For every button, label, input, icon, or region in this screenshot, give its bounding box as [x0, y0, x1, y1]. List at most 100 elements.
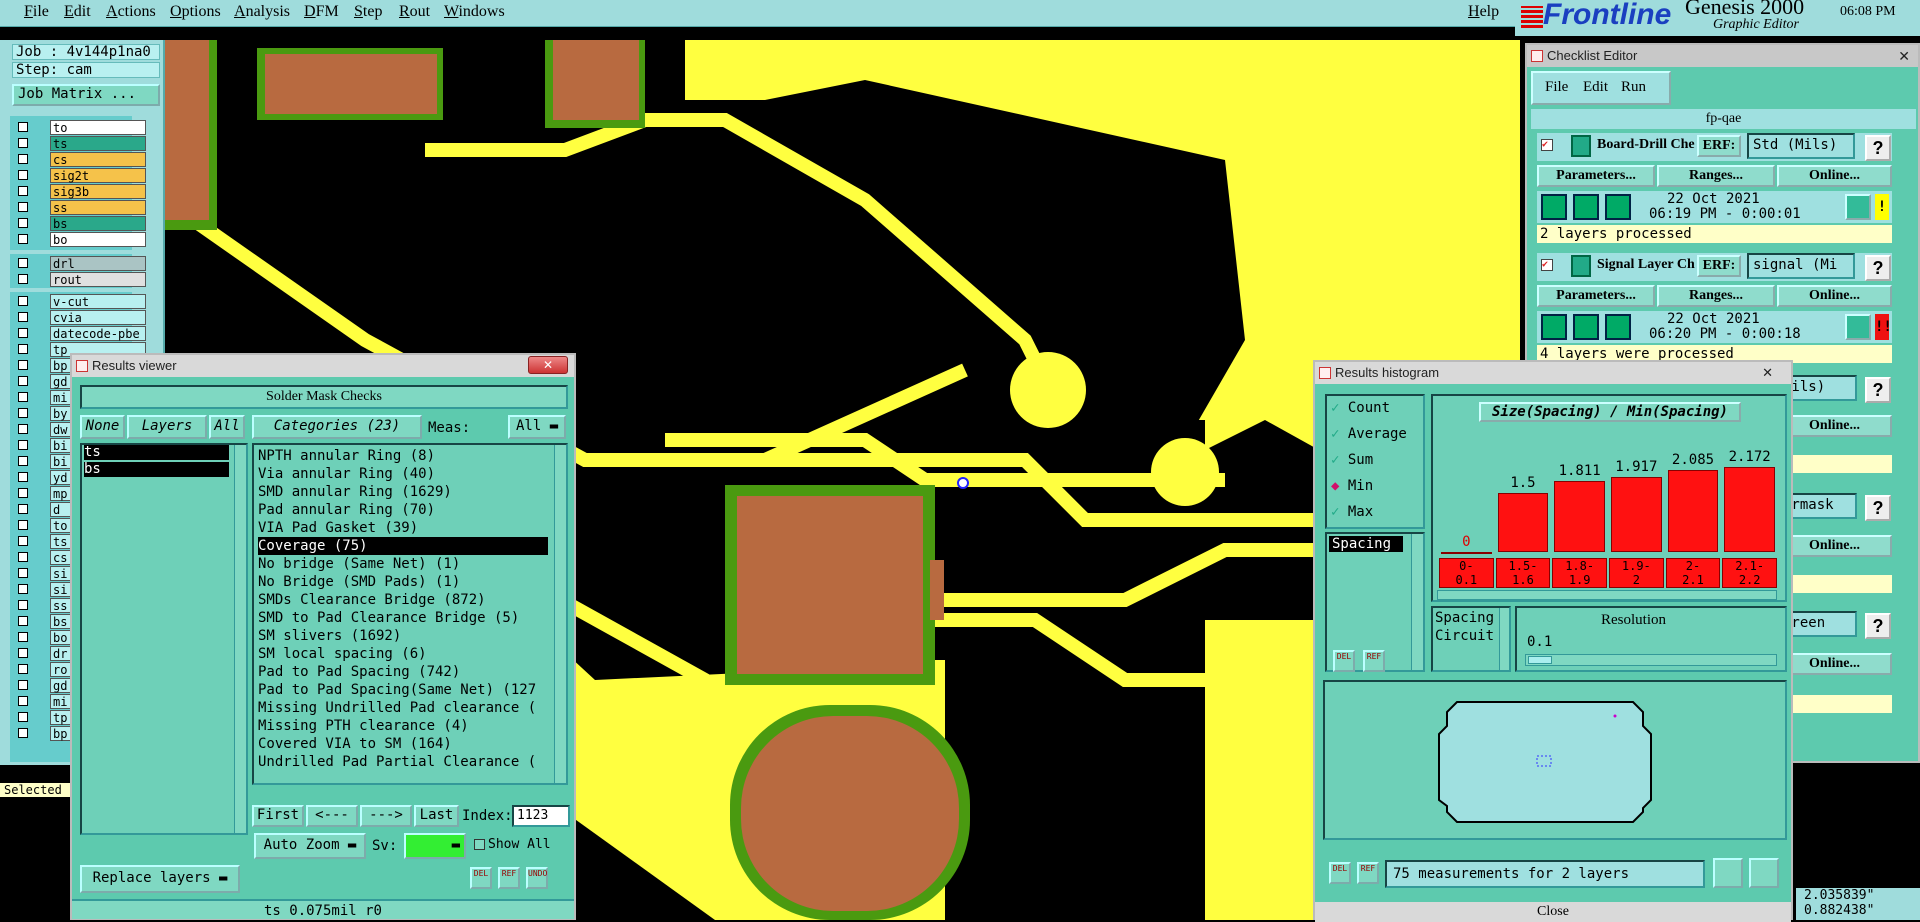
first-button[interactable]: First	[252, 805, 304, 827]
layer-checkbox[interactable]	[18, 696, 28, 706]
cl-menu-file[interactable]: File	[1545, 79, 1568, 96]
layer-name[interactable]: bo	[50, 232, 146, 247]
histogram-bar[interactable]	[1554, 481, 1605, 552]
layer-checkbox[interactable]	[18, 408, 28, 418]
meas-dropdown[interactable]: All ▬	[508, 415, 566, 439]
layer-name[interactable]: ss	[50, 200, 146, 215]
run-icon[interactable]	[1573, 314, 1599, 340]
category-item[interactable]: Undrilled Pad Partial Clearance (	[258, 753, 536, 771]
layer-row[interactable]: ss	[14, 200, 146, 215]
layer-checkbox[interactable]	[18, 536, 28, 546]
erf-button[interactable]: ERF:	[1697, 255, 1741, 277]
categories-button[interactable]: Categories (23)	[252, 415, 422, 439]
category-item[interactable]: No bridge (Same Net) (1)	[258, 555, 460, 573]
chart-scrollbar[interactable]	[1437, 590, 1777, 600]
layer-checkbox[interactable]	[18, 234, 28, 244]
layer-name[interactable]: bs	[50, 216, 146, 231]
erf-value[interactable]: signal (Mi	[1747, 253, 1855, 279]
category-list-scrollbar[interactable]	[554, 445, 566, 783]
hist-ref-button[interactable]: REF	[1363, 650, 1385, 672]
category-item[interactable]: Coverage (75)	[258, 537, 548, 555]
layer-checkbox[interactable]	[18, 138, 28, 148]
layer-checkbox[interactable]	[18, 632, 28, 642]
check-enable-checkbox[interactable]: ✔	[1541, 139, 1553, 151]
erf-value[interactable]: Std (Mils)	[1747, 133, 1855, 159]
layer-checkbox[interactable]	[18, 296, 28, 306]
prev-button[interactable]: <---	[306, 805, 358, 827]
check-name[interactable]: Board-Drill Che	[1597, 137, 1697, 153]
help-button[interactable]: ?	[1865, 377, 1891, 403]
ranges-button[interactable]: Ranges...	[1657, 285, 1775, 307]
check-row-partial[interactable]: Online...	[1777, 653, 1892, 675]
layer-checkbox[interactable]	[18, 504, 28, 514]
histogram-bar[interactable]	[1667, 470, 1719, 552]
layer-checkbox[interactable]	[18, 424, 28, 434]
layer-row[interactable]: rout	[14, 272, 146, 287]
zoom-icon[interactable]	[1845, 314, 1871, 340]
check-enable-checkbox[interactable]: ✔	[1541, 259, 1553, 271]
zoom-icon[interactable]	[1845, 194, 1871, 220]
category-item[interactable]: VIA Pad Gasket (39)	[258, 519, 418, 537]
layer-row[interactable]: cvia	[14, 310, 146, 325]
layer-checkbox[interactable]	[18, 712, 28, 722]
layer-checkbox[interactable]	[18, 218, 28, 228]
layer-checkbox[interactable]	[18, 488, 28, 498]
menu-edit[interactable]: Edit	[64, 3, 91, 21]
menu-options[interactable]: Options	[170, 3, 221, 21]
menu-file[interactable]: File	[24, 3, 49, 21]
histogram-bar[interactable]	[1497, 493, 1549, 552]
layer-name[interactable]: drl	[50, 256, 146, 271]
category-item[interactable]: Pad annular Ring (70)	[258, 501, 435, 519]
stat-option[interactable]: ✓ Max	[1331, 504, 1373, 520]
layer-list[interactable]: ts bs	[80, 443, 248, 835]
attr-item[interactable]: Spacing	[1435, 610, 1495, 626]
layer-checkbox[interactable]	[18, 600, 28, 610]
layer-row[interactable]: sig3b	[14, 184, 146, 199]
hist-ref-button-2[interactable]: REF	[1357, 862, 1379, 884]
hist-del-button-2[interactable]: DEL	[1329, 862, 1351, 884]
run-icon[interactable]	[1605, 314, 1631, 340]
layer-checkbox[interactable]	[18, 728, 28, 738]
layers-button[interactable]: Layers	[127, 415, 207, 439]
resolution-slider-thumb[interactable]	[1528, 656, 1552, 664]
layer-checkbox[interactable]	[18, 392, 28, 402]
category-item[interactable]: No Bridge (SMD Pads) (1)	[258, 573, 460, 591]
del-button[interactable]: DEL	[470, 867, 492, 889]
layer-checkbox[interactable]	[18, 170, 28, 180]
run-icon[interactable]	[1573, 194, 1599, 220]
undo-button[interactable]: UNDO	[526, 867, 548, 889]
menu-actions[interactable]: Actions	[106, 3, 156, 21]
ref-button[interactable]: REF	[498, 867, 520, 889]
zoom-all-icon[interactable]	[1749, 858, 1779, 888]
layer-name[interactable]: datecode-pbe	[50, 326, 146, 341]
layer-row[interactable]: v-cut	[14, 294, 146, 309]
layer-checkbox[interactable]	[18, 154, 28, 164]
category-item[interactable]: SM local spacing (6)	[258, 645, 427, 663]
category-item[interactable]: Pad to Pad Spacing (742)	[258, 663, 460, 681]
menu-step[interactable]: Step	[354, 3, 382, 21]
menu-dfm[interactable]: DFM	[304, 3, 339, 21]
help-button[interactable]: ?	[1865, 135, 1891, 161]
layer-checkbox[interactable]	[18, 202, 28, 212]
layer-name[interactable]: sig3b	[50, 184, 146, 199]
stat-option[interactable]: ✓ Count	[1331, 400, 1390, 416]
layer-row[interactable]: ts	[14, 136, 146, 151]
online-button[interactable]: Online...	[1777, 165, 1892, 187]
layer-checkbox[interactable]	[18, 328, 28, 338]
last-button[interactable]: Last	[414, 805, 459, 827]
layer-list-scrollbar[interactable]	[234, 445, 246, 833]
layer-name[interactable]: sig2t	[50, 168, 146, 183]
layer-name[interactable]: cvia	[50, 310, 146, 325]
layer-checkbox[interactable]	[18, 274, 28, 284]
category-item[interactable]: SMD to Pad Clearance Bridge (5)	[258, 609, 519, 627]
layer-checkbox[interactable]	[18, 552, 28, 562]
menu-help[interactable]: Help	[1468, 3, 1499, 21]
index-input[interactable]: 1123	[512, 805, 570, 827]
run-icon[interactable]	[1541, 194, 1567, 220]
parameters-button[interactable]: Parameters...	[1537, 165, 1655, 187]
close-window-button[interactable]: ✕	[528, 356, 568, 374]
layer-checkbox[interactable]	[18, 664, 28, 674]
category-item[interactable]: SM slivers (1692)	[258, 627, 401, 645]
help-button[interactable]: ?	[1865, 255, 1891, 281]
layer-checkbox[interactable]	[18, 456, 28, 466]
